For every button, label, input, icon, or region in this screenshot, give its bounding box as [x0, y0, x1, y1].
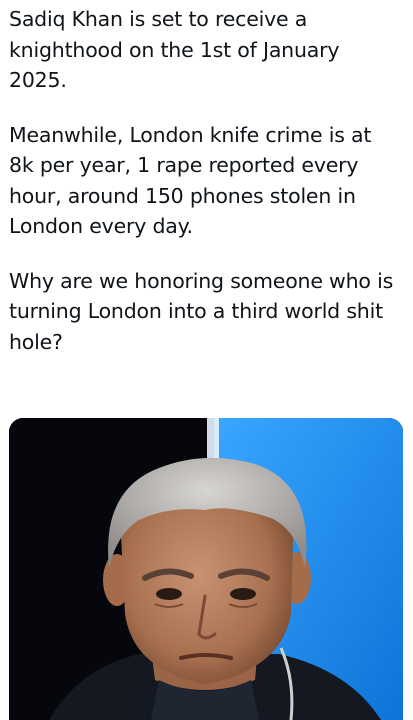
tweet-image[interactable]: [9, 418, 403, 720]
right-eye: [230, 588, 256, 600]
tweet: Sadiq Khan is set to receive a knighthoo…: [0, 0, 413, 720]
tweet-text: Sadiq Khan is set to receive a knighthoo…: [9, 4, 409, 357]
tweet-paragraph-3: Why are we honoring someone who is turni…: [9, 268, 394, 354]
portrait-photo: [9, 418, 403, 720]
tweet-paragraph-2: Meanwhile, London knife crime is at 8k p…: [9, 122, 372, 239]
tweet-paragraph-1: Sadiq Khan is set to receive a knighthoo…: [9, 7, 340, 92]
left-eye: [156, 588, 182, 600]
